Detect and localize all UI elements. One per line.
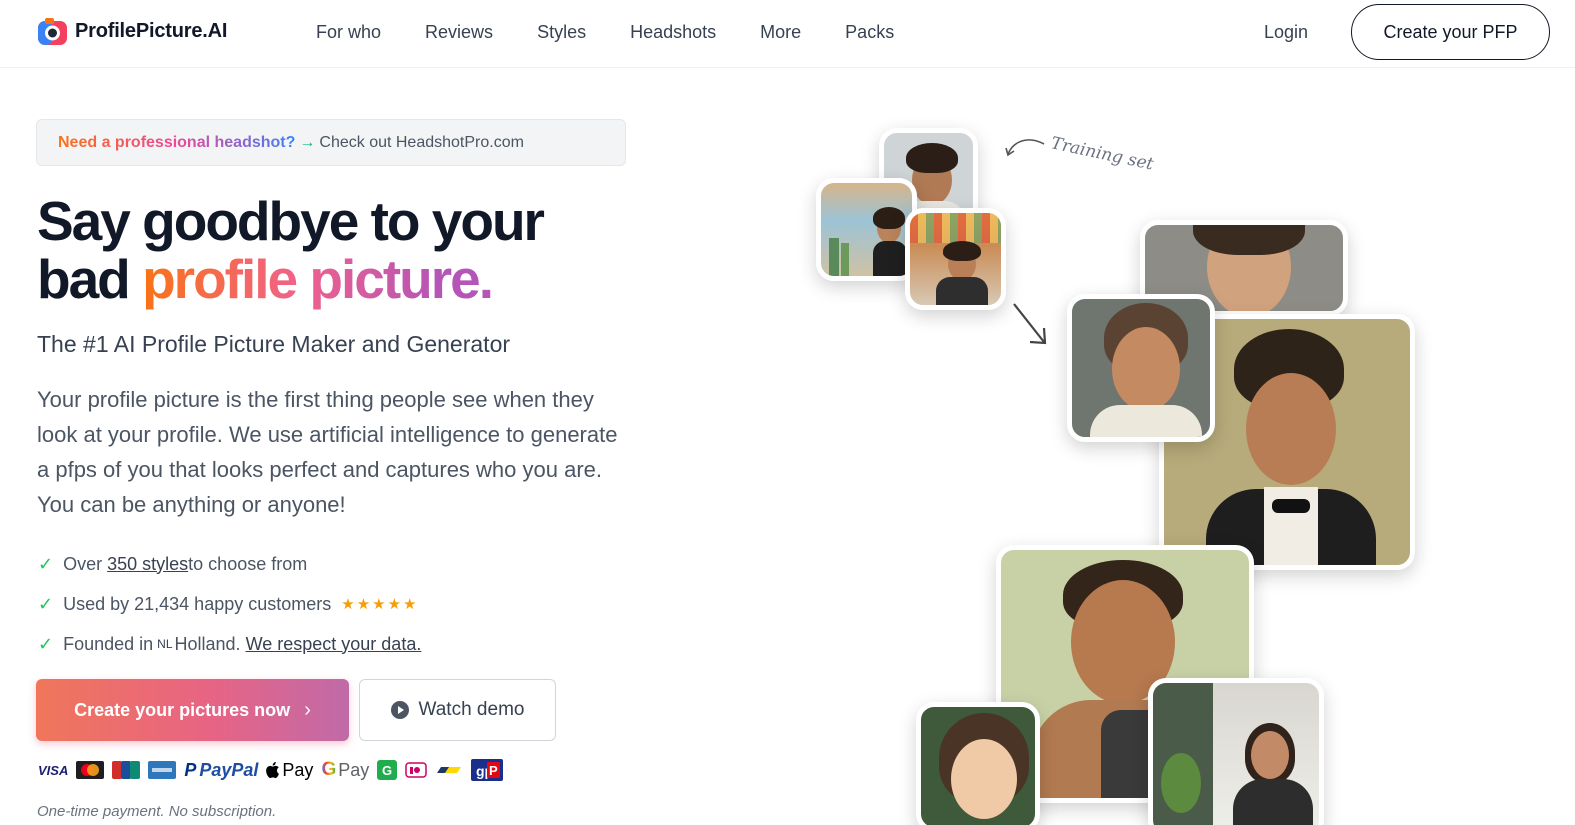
hero-line-2-plain: bad: [37, 248, 143, 310]
apple-pay-icon: Pay: [266, 760, 313, 781]
svg-text:P: P: [489, 763, 498, 778]
banner-link[interactable]: Check out HeadshotPro.com: [319, 134, 524, 152]
feature-customers: ✓ Used by 21,434 happy customers ★★★★★: [38, 584, 421, 624]
feature-styles: ✓ Over 350 styles to choose from: [38, 544, 421, 584]
hero-line-2-highlight: profile picture.: [142, 248, 494, 310]
login-link[interactable]: Login: [1264, 22, 1308, 43]
create-pictures-label: Create your pictures now: [74, 699, 291, 720]
nav-links: For who Reviews Styles Headshots More Pa…: [316, 22, 938, 43]
chevron-right-icon: ›: [304, 698, 311, 721]
visa-icon: VISA: [38, 762, 69, 778]
arrow-right-icon: →: [299, 133, 316, 151]
paypal-icon: P PayPal: [184, 759, 259, 780]
hero-description: Your profile picture is the first thing …: [37, 387, 618, 517]
nav-link-styles[interactable]: Styles: [537, 22, 586, 43]
feature-styles-suffix: to choose from: [188, 553, 308, 574]
hero-subtitle: The #1 AI Profile Picture Maker and Gene…: [37, 331, 511, 357]
giropay-icon: G: [377, 760, 398, 780]
nav-link-for-who[interactable]: For who: [316, 22, 381, 43]
generated-photo-anime-small: [916, 702, 1040, 825]
watch-demo-label: Watch demo: [418, 699, 525, 720]
unionpay-icon: [112, 761, 141, 779]
training-set-label: Training set: [1049, 133, 1156, 175]
ideal-icon: [405, 761, 427, 779]
check-icon: ✓: [38, 593, 54, 614]
feature-customers-text: Used by 21,434 happy customers: [63, 593, 332, 614]
generated-photo-cafe: [1148, 678, 1324, 825]
nav-link-packs[interactable]: Packs: [845, 22, 894, 43]
feature-styles-prefix: Over: [63, 553, 103, 574]
feature-founded: ✓ Founded in NL Holland. We respect your…: [38, 624, 421, 664]
rating-stars-icon: ★★★★★: [341, 596, 419, 613]
hero-heading: Say goodbye to your bad profile picture.: [37, 190, 545, 310]
feature-founded-prefix: Founded in: [63, 633, 154, 654]
bancontact-icon: [435, 761, 463, 779]
mastercard-icon: [76, 761, 105, 779]
nav-link-headshots[interactable]: Headshots: [630, 22, 716, 43]
headshotpro-banner[interactable]: Need a professional headshot? → Check ou…: [36, 119, 626, 166]
nav-link-more[interactable]: More: [760, 22, 801, 43]
generic-pay-icon: gp P: [471, 759, 504, 781]
payment-footnote: One-time payment. No subscription.: [37, 803, 277, 820]
svg-text:G: G: [382, 763, 392, 778]
payment-methods: VISA P PayPal Pay G Pay G gp P: [38, 758, 511, 782]
brand-logo[interactable]: ProfilePicture.AI: [36, 15, 227, 48]
check-icon: ✓: [38, 633, 54, 654]
arrow-down-right-icon: [1013, 303, 1047, 345]
camera-logo-icon: [36, 15, 69, 48]
generated-photo-portrait-small: [1067, 294, 1215, 442]
netherlands-flag-icon: NL: [157, 637, 173, 651]
training-photo-2: [816, 178, 917, 281]
feature-founded-country: Holland.: [174, 633, 241, 654]
play-icon: [390, 701, 409, 719]
curved-arrow-icon: [1005, 139, 1045, 157]
hero-line-1: Say goodbye to your: [37, 190, 545, 252]
create-pictures-button[interactable]: Create your pictures now ›: [36, 679, 349, 741]
banner-prompt: Need a professional headshot?: [58, 133, 296, 151]
privacy-link[interactable]: We respect your data.: [246, 634, 422, 655]
feature-list: ✓ Over 350 styles to choose from ✓ Used …: [38, 544, 421, 664]
styles-link[interactable]: 350 styles: [107, 554, 188, 575]
google-pay-icon: G Pay: [321, 759, 370, 780]
nav-link-reviews[interactable]: Reviews: [425, 22, 493, 43]
brand-name: ProfilePicture.AI: [75, 20, 228, 42]
watch-demo-button[interactable]: Watch demo: [359, 679, 556, 741]
create-pfp-button[interactable]: Create your PFP: [1351, 4, 1550, 60]
training-photo-3: [905, 208, 1006, 310]
top-navbar: ProfilePicture.AI For who Reviews Styles…: [0, 0, 1575, 68]
amex-icon: [148, 761, 177, 779]
check-icon: ✓: [38, 553, 54, 574]
